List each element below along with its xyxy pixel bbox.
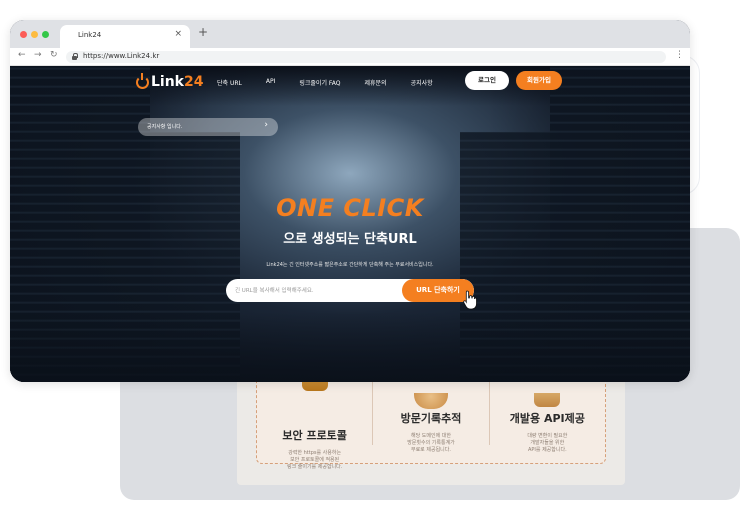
close-window-icon[interactable] [20,31,27,38]
maximize-window-icon[interactable] [42,31,49,38]
back-arrow-icon[interactable]: ← [18,50,26,60]
tab-title: Link24 [78,31,102,39]
logo-text-prefix: Link [151,74,184,90]
more-menu-icon[interactable]: ⋮ [675,50,684,60]
notice-text: 공지사항 입니다. [147,124,183,130]
lock-icon [72,53,78,60]
reload-icon[interactable]: ↻ [50,50,58,60]
feature-title: 개발용 API제공 [509,412,585,425]
chart-icon [413,393,448,409]
feature-title: 방문기록추적 [400,412,462,425]
notice-banner[interactable]: 공지사항 입니다. › [138,118,278,136]
feature-title: 보안 프로토콜 [282,429,347,442]
hero-subheadline: 으로 생성되는 단축URL [283,232,417,247]
code-icon [534,393,561,407]
long-url-input[interactable] [226,279,402,302]
tab-bar: Link24 × + [10,20,690,48]
nav-notice[interactable]: 공지사항 [411,78,433,87]
hero-section: Link24 단축 URL API 링크줄이기 FAQ 제휴문의 공지사항 로그… [10,66,690,382]
feature-description: 강력한 https를 사용하는 보안 프로토콜에 적용된 링크 줄이기를 제공합… [286,450,343,470]
signup-button[interactable]: 회원가입 [516,71,562,90]
nav-api[interactable]: API [266,78,276,87]
chevron-right-icon: › [264,120,268,130]
forward-arrow-icon[interactable]: → [34,50,42,60]
browser-tab[interactable]: Link24 × [60,25,190,48]
url-shorten-form: URL 단축하기 [226,279,474,302]
close-tab-icon[interactable]: × [174,29,182,39]
address-bar: ← → ↻ https://www.Link24.kr ⋮ [10,48,690,66]
logo-text: Link24 [151,74,203,90]
site-logo[interactable]: Link24 [136,72,203,90]
browser-window: Link24 × + ← → ↻ https://www.Link24.kr ⋮… [10,20,690,382]
hand-pointer-icon [463,290,477,310]
url-field[interactable]: https://www.Link24.kr [66,51,666,63]
url-text: https://www.Link24.kr [83,52,160,60]
feature-description: 대량 변환이 필요한 개발자들을 위한 API를 제공합니다. [527,433,568,453]
hero-floor [10,312,690,382]
minimize-window-icon[interactable] [31,31,38,38]
nav-short-url[interactable]: 단축 URL [217,78,242,87]
main-nav: 단축 URL API 링크줄이기 FAQ 제휴문의 공지사항 [217,78,457,87]
hero-description: Link24는 긴 인터넷주소를 짧은주소로 간단하게 단축해 주는 무료서비스… [266,262,434,268]
logo-text-accent: 24 [184,74,204,90]
login-button[interactable]: 로그인 [465,71,509,90]
feature-api: 개발용 API제공 대량 변환이 필요한 개발자들을 위한 API를 제공합니다… [488,377,605,453]
hero-headline: ONE CLICK [276,194,424,222]
nav-partnership[interactable]: 제휴문의 [365,78,387,87]
nav-faq[interactable]: 링크줄이기 FAQ [299,78,340,87]
feature-description: 해당 도메인에 대한 방문횟수의 기록통계가 무료로 제공됩니다. [407,433,455,453]
feature-tracking: 방문기록추적 해당 도메인에 대한 방문횟수의 기록통계가 무료로 제공됩니다. [372,377,488,453]
new-tab-button[interactable]: + [198,25,208,39]
power-icon [136,72,149,89]
